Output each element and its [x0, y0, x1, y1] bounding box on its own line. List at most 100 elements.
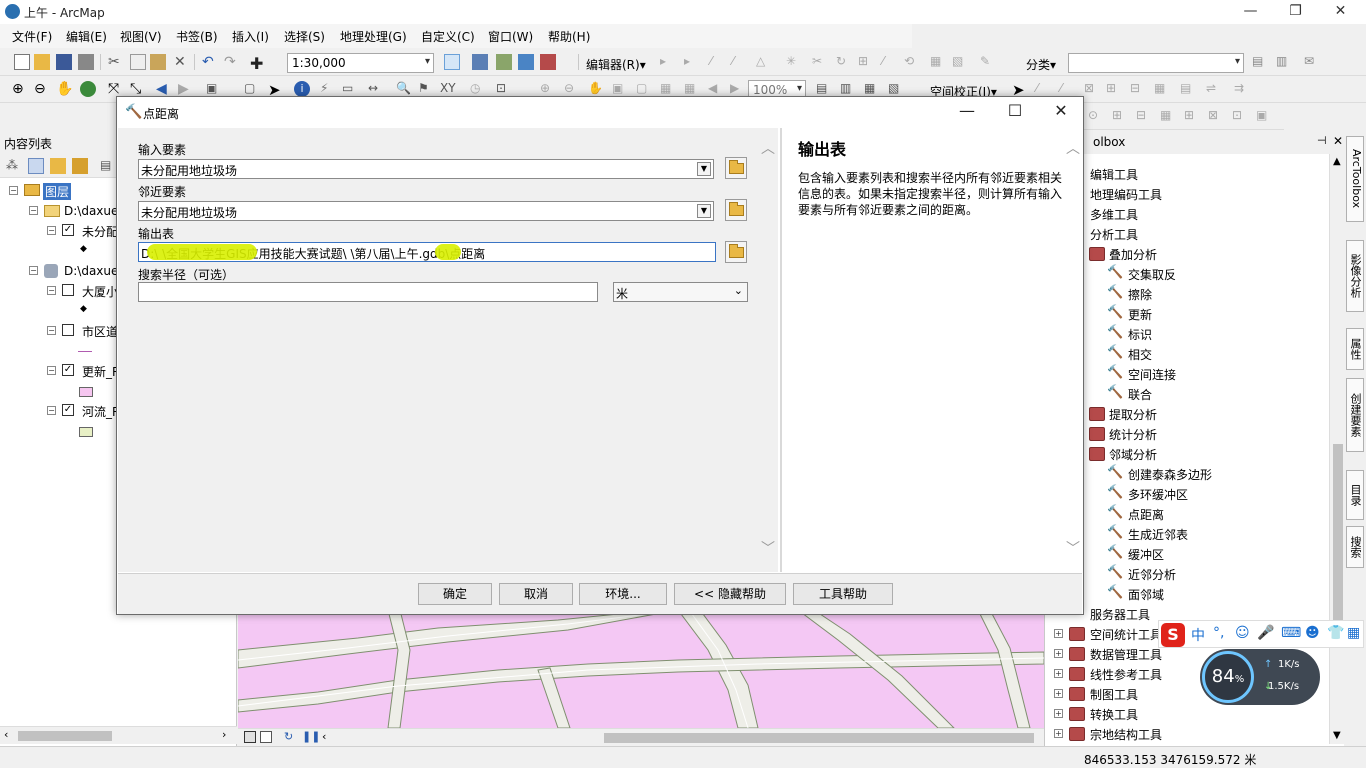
list-by-source-icon[interactable]: [28, 158, 44, 174]
ime-logo[interactable]: S: [1161, 623, 1185, 647]
toolbox-item[interactable]: 编辑工具: [1045, 164, 1325, 184]
arctoolbox-icon[interactable]: [540, 54, 556, 70]
data-driven-pages-icon[interactable]: ▧: [888, 81, 904, 97]
toolbox-item[interactable]: + 宗地结构工具: [1045, 724, 1325, 744]
back-icon[interactable]: ◀: [156, 81, 172, 97]
toolbox-item[interactable]: 邻域分析: [1045, 444, 1325, 464]
classify-combobox[interactable]: ▾: [1068, 53, 1244, 73]
hide-help-button[interactable]: << 隐藏帮助: [674, 583, 786, 605]
user-icon[interactable]: ☻: [1305, 625, 1320, 641]
scroll-up-icon[interactable]: ︿: [1066, 138, 1080, 158]
toolbox-item[interactable]: 🔨 标识: [1045, 324, 1325, 344]
scroll-up-icon[interactable]: ︿: [761, 138, 775, 158]
menu-file[interactable]: 文件(F): [12, 28, 52, 45]
ime-mode[interactable]: 中: [1191, 625, 1205, 645]
add-data-icon[interactable]: ✚: [250, 54, 266, 73]
toolbox-item[interactable]: 叠加分析: [1045, 244, 1325, 264]
toolbox-item[interactable]: 分析工具: [1045, 224, 1325, 244]
toolbox-item[interactable]: 🔨 点距离: [1045, 504, 1325, 524]
cut-icon[interactable]: ✂: [108, 54, 124, 70]
dialog-maximize-button[interactable]: ☐: [995, 101, 1035, 123]
pan-icon[interactable]: ✋: [56, 81, 73, 97]
layer2-expander[interactable]: −: [47, 286, 56, 295]
chevron-down-icon[interactable]: ▼: [697, 204, 711, 218]
new-identity-link-icon[interactable]: ⊞: [1106, 81, 1122, 97]
ime-punctuation[interactable]: °,: [1213, 625, 1224, 641]
menu-insert[interactable]: 插入(I): [232, 28, 269, 45]
toolbox-item[interactable]: 🔨 生成近邻表: [1045, 524, 1325, 544]
refresh-icon[interactable]: ↻: [284, 730, 300, 746]
menu-help[interactable]: 帮助(H): [548, 28, 590, 45]
layer4-expander[interactable]: −: [47, 366, 56, 375]
menu-geoprocessing[interactable]: 地理处理(G): [340, 28, 407, 45]
scale-combobox[interactable]: 1:30,000 ▾: [287, 53, 434, 73]
validate-topology-icon[interactable]: ⊡: [1232, 108, 1248, 124]
layer1-label[interactable]: 未分配: [82, 223, 118, 240]
tool-help-button[interactable]: 工具帮助: [793, 583, 893, 605]
view-link-table-icon[interactable]: ▤: [1180, 81, 1196, 97]
folder2-label[interactable]: D:\daxue: [64, 264, 118, 278]
toolbox-item[interactable]: 🔨 缓冲区: [1045, 544, 1325, 564]
split-tool-icon[interactable]: ✂: [812, 54, 828, 70]
fixed-zoom-in-layout-icon[interactable]: ▦: [660, 81, 676, 97]
identify-icon[interactable]: i: [294, 81, 310, 97]
options-icon[interactable]: ▤: [100, 158, 116, 174]
toolbox-item[interactable]: 提取分析: [1045, 404, 1325, 424]
toolbox-grid-icon[interactable]: ▦: [1347, 625, 1360, 641]
menu-windows[interactable]: 窗口(W): [488, 28, 533, 45]
toolbox-item[interactable]: 🔨 联合: [1045, 384, 1325, 404]
list-by-drawing-order-icon[interactable]: ⁂: [6, 158, 22, 174]
error-inspector-icon[interactable]: ▣: [1256, 108, 1272, 124]
zoom-100-icon[interactable]: ▢: [636, 81, 652, 97]
rotate-icon[interactable]: ↻: [836, 54, 852, 70]
toolbox-item[interactable]: 多维工具: [1045, 204, 1325, 224]
toolbox-item[interactable]: 🔨 近邻分析: [1045, 564, 1325, 584]
units-select[interactable]: 米 ⌄: [613, 282, 748, 302]
fixed-zoom-in-icon[interactable]: ⤧: [108, 81, 124, 97]
search-window-icon[interactable]: [518, 54, 534, 70]
classification-icon[interactable]: ▥: [1276, 54, 1292, 70]
toolbox-scroll-thumb[interactable]: [1333, 444, 1343, 644]
keyboard-icon[interactable]: ⌨: [1281, 625, 1301, 641]
scroll-left-icon[interactable]: ‹: [4, 728, 8, 741]
layer2-checkbox[interactable]: [62, 284, 74, 296]
go-to-xy-icon[interactable]: XY: [440, 81, 456, 97]
focus-data-frame-icon[interactable]: ▥: [840, 81, 856, 97]
edit-tool-icon[interactable]: ▸: [660, 54, 676, 70]
close-button[interactable]: ✕: [1318, 0, 1363, 24]
toolbox-expander[interactable]: +: [1054, 649, 1063, 658]
time-slider-icon[interactable]: ◷: [470, 81, 486, 97]
scroll-up-icon[interactable]: ▲: [1333, 156, 1341, 167]
layer1-checkbox[interactable]: ✓: [62, 224, 74, 236]
shared-features-icon[interactable]: ▦: [1160, 108, 1176, 124]
toolbox-item[interactable]: 🔨 擦除: [1045, 284, 1325, 304]
clear-selection-icon[interactable]: ▢: [244, 81, 260, 97]
zoom-in-icon[interactable]: ⊕: [12, 81, 28, 97]
print-icon[interactable]: [78, 54, 94, 70]
toolbox-item[interactable]: 地理编码工具: [1045, 184, 1325, 204]
clear-area-icon[interactable]: ▦: [1154, 81, 1170, 97]
change-layout-icon[interactable]: ▦: [864, 81, 880, 97]
scroll-right-icon[interactable]: ›: [222, 728, 226, 741]
toolbox-expander[interactable]: +: [1054, 689, 1063, 698]
tab-catalog[interactable]: 目录: [1346, 470, 1364, 520]
toolbox-expander[interactable]: +: [1054, 729, 1063, 738]
menu-view[interactable]: 视图(V): [120, 28, 162, 45]
select-features-icon[interactable]: ▣: [206, 81, 222, 97]
create-viewer-icon[interactable]: ⊡: [496, 81, 512, 97]
layout-pan-icon[interactable]: ✋: [588, 81, 604, 97]
dialog-minimize-button[interactable]: —: [947, 101, 987, 123]
adjust-select-icon[interactable]: ➤: [1012, 81, 1028, 99]
scroll-down-icon[interactable]: ﹀: [1066, 538, 1080, 558]
sketch-icon[interactable]: ▧: [952, 54, 968, 70]
pause-icon[interactable]: ❚❚: [302, 730, 320, 746]
toolbox-item[interactable]: 🔨 面邻域: [1045, 584, 1325, 604]
cut-polygon-icon[interactable]: ⊞: [858, 54, 874, 70]
dialog-close-button[interactable]: ✕: [1041, 101, 1081, 123]
layout-zoom-in-icon[interactable]: ⊕: [540, 81, 556, 97]
data-view-icon[interactable]: [244, 731, 256, 743]
toggle-draft-icon[interactable]: ▤: [816, 81, 832, 97]
folder2-expander[interactable]: −: [29, 266, 38, 275]
full-extent-icon[interactable]: [80, 81, 96, 97]
toolbox-vertical-scrollbar[interactable]: ▲ ▼: [1329, 154, 1345, 744]
